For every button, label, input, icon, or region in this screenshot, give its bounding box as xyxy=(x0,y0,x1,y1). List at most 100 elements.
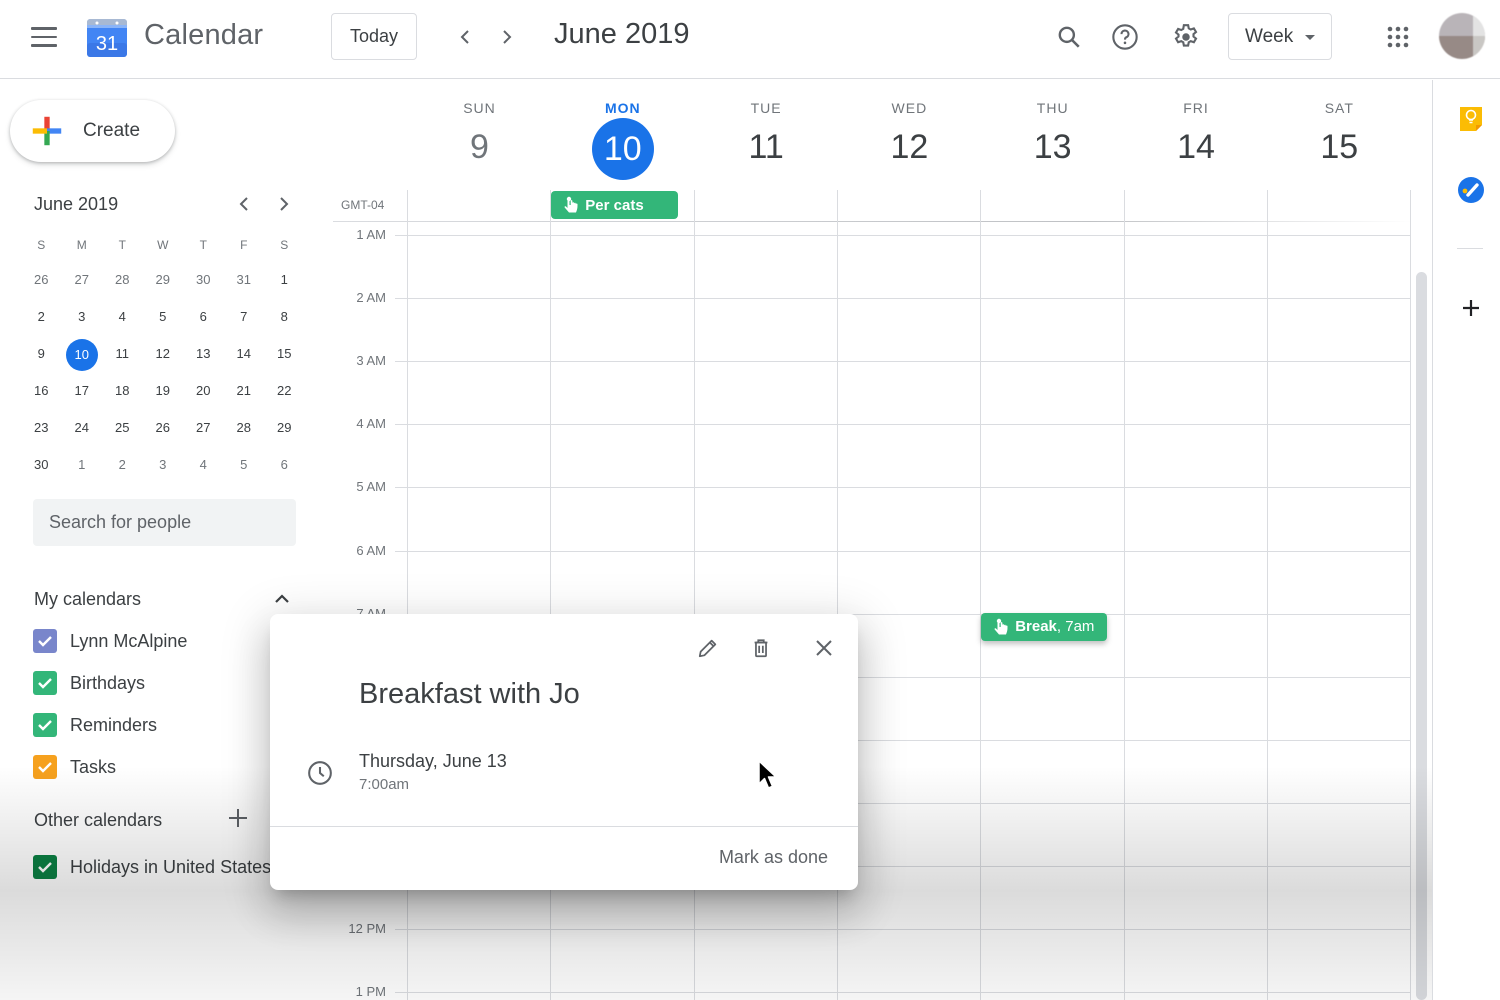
keep-icon[interactable] xyxy=(1457,104,1485,132)
event-details-popup: Breakfast with Jo Thursday, June 13 7:00… xyxy=(270,614,858,890)
today-button[interactable]: Today xyxy=(331,13,417,60)
mini-calendar-day[interactable]: 27 xyxy=(183,413,224,443)
mini-calendar-day[interactable]: 27 xyxy=(62,265,103,295)
mini-calendar-day[interactable]: 29 xyxy=(264,413,305,443)
mini-calendar-day[interactable]: 19 xyxy=(143,376,184,406)
mini-calendar-day[interactable]: 1 xyxy=(62,450,103,480)
add-addon-icon[interactable] xyxy=(1457,294,1485,322)
day-header-sat: SAT 15 xyxy=(1268,100,1411,167)
tasks-icon[interactable] xyxy=(1457,176,1485,204)
day-of-week-label: SAT xyxy=(1324,100,1354,116)
delete-event-button[interactable] xyxy=(743,630,779,666)
mini-calendar-day[interactable]: 5 xyxy=(224,450,265,480)
calendar-list-item[interactable]: Lynn McAlpine xyxy=(33,627,187,655)
mini-calendar-day-selected[interactable]: 10 xyxy=(62,338,103,371)
mini-calendar-day[interactable]: 4 xyxy=(102,302,143,332)
mini-calendar-day[interactable]: 14 xyxy=(224,339,265,369)
mini-calendar-day[interactable]: 6 xyxy=(264,450,305,480)
day-number[interactable]: 11 xyxy=(748,128,783,167)
mini-calendar-day[interactable]: 18 xyxy=(102,376,143,406)
mini-calendar-day[interactable]: 22 xyxy=(264,376,305,406)
day-of-week-label: THU xyxy=(1036,100,1069,116)
mini-calendar-day[interactable]: 30 xyxy=(21,450,62,480)
mini-calendar-day[interactable]: 31 xyxy=(224,265,265,295)
help-button[interactable] xyxy=(1106,18,1144,56)
close-popup-button[interactable] xyxy=(806,630,842,666)
previous-week-button[interactable] xyxy=(450,22,480,52)
mini-calendar-day[interactable]: 4 xyxy=(183,450,224,480)
day-number[interactable]: 10 xyxy=(591,118,654,180)
mini-calendar-day[interactable]: 6 xyxy=(183,302,224,332)
calendar-checkbox[interactable] xyxy=(33,855,57,879)
mini-calendar-day[interactable]: 16 xyxy=(21,376,62,406)
grid-scrollbar[interactable] xyxy=(1416,272,1427,1000)
mini-calendar-day[interactable]: 28 xyxy=(224,413,265,443)
mini-calendar-day-number: 7 xyxy=(240,308,248,324)
apps-button[interactable] xyxy=(1379,18,1417,56)
calendar-list-item[interactable]: Tasks xyxy=(33,753,116,781)
mini-calendar-day[interactable]: 13 xyxy=(183,339,224,369)
day-number[interactable]: 13 xyxy=(1034,128,1072,167)
mini-calendar-day[interactable]: 1 xyxy=(264,265,305,295)
collapse-my-calendars-button[interactable] xyxy=(270,588,294,610)
view-select-dropdown[interactable]: Week xyxy=(1228,13,1332,60)
calendar-list-item[interactable]: Birthdays xyxy=(33,669,145,697)
calendar-list-item[interactable]: Reminders xyxy=(33,711,157,739)
mini-calendar-grid: S M T W T F S 26 27 28 29 30 31 1 2 3 4 5 6 7 8 9 10 11 12 13 14 15… xyxy=(21,228,305,483)
mini-calendar-day[interactable]: 30 xyxy=(183,265,224,295)
add-other-calendar-button[interactable] xyxy=(226,806,250,830)
day-number[interactable]: 14 xyxy=(1177,128,1215,167)
mini-calendar-day-number: 19 xyxy=(155,382,170,398)
mini-calendar-day[interactable]: 11 xyxy=(102,339,143,369)
mini-calendar-day[interactable]: 21 xyxy=(224,376,265,406)
day-number[interactable]: 9 xyxy=(470,128,489,167)
mini-calendar-weekday-row: SMTWTFS xyxy=(21,228,305,261)
calendar-checkbox[interactable] xyxy=(33,713,57,737)
mini-calendar-day[interactable]: 7 xyxy=(224,302,265,332)
checkmark-icon xyxy=(38,720,52,731)
next-week-button[interactable] xyxy=(492,22,522,52)
mark-as-done-button[interactable]: Mark as done xyxy=(719,847,828,868)
mini-calendar-day[interactable]: 15 xyxy=(264,339,305,369)
mini-calendar-day[interactable]: 8 xyxy=(264,302,305,332)
mini-calendar-day[interactable]: 2 xyxy=(102,450,143,480)
mini-calendar-day[interactable]: 25 xyxy=(102,413,143,443)
mini-calendar-prev-button[interactable] xyxy=(232,192,256,216)
edit-event-button[interactable] xyxy=(690,630,726,666)
mini-calendar-day-number: 3 xyxy=(159,456,167,472)
day-number[interactable]: 15 xyxy=(1320,128,1358,167)
mini-calendar-day[interactable]: 3 xyxy=(143,450,184,480)
mini-calendar-next-button[interactable] xyxy=(272,192,296,216)
calendar-checkbox[interactable] xyxy=(33,671,57,695)
menu-icon[interactable] xyxy=(31,27,57,47)
mini-calendar-day[interactable]: 2 xyxy=(21,302,62,332)
checkmark-icon xyxy=(38,636,52,647)
mini-calendar-day[interactable]: 26 xyxy=(21,265,62,295)
mini-calendar-day[interactable]: 23 xyxy=(21,413,62,443)
mini-calendar-day[interactable]: 17 xyxy=(62,376,103,406)
day-number[interactable]: 12 xyxy=(890,128,928,167)
calendar-name: Reminders xyxy=(70,714,158,735)
calendar-checkbox[interactable] xyxy=(33,629,57,653)
mini-calendar-day[interactable]: 9 xyxy=(21,339,62,369)
mini-calendar-day[interactable]: 20 xyxy=(183,376,224,406)
mini-calendar-day[interactable]: 29 xyxy=(143,265,184,295)
mini-calendar-day-number: 6 xyxy=(280,456,288,472)
mini-calendar-day[interactable]: 24 xyxy=(62,413,103,443)
calendar-checkbox[interactable] xyxy=(33,755,57,779)
create-button[interactable]: Create xyxy=(10,100,175,162)
account-avatar[interactable] xyxy=(1439,13,1485,59)
event-chip[interactable]: Break, 7am xyxy=(981,612,1108,641)
search-people-input[interactable] xyxy=(33,499,296,546)
all-day-event-chip[interactable]: Per cats xyxy=(551,191,679,219)
settings-button[interactable] xyxy=(1167,18,1205,56)
search-button[interactable] xyxy=(1050,18,1088,56)
pencil-icon xyxy=(698,639,717,658)
calendar-list-item[interactable]: Holidays in United States xyxy=(33,853,271,881)
mini-calendar-day[interactable]: 28 xyxy=(102,265,143,295)
mini-calendar-day[interactable]: 12 xyxy=(143,339,184,369)
mini-calendar-day[interactable]: 26 xyxy=(143,413,184,443)
mini-calendar-day[interactable]: 3 xyxy=(62,302,103,332)
hour-gridline xyxy=(395,361,1411,363)
mini-calendar-day[interactable]: 5 xyxy=(143,302,184,332)
